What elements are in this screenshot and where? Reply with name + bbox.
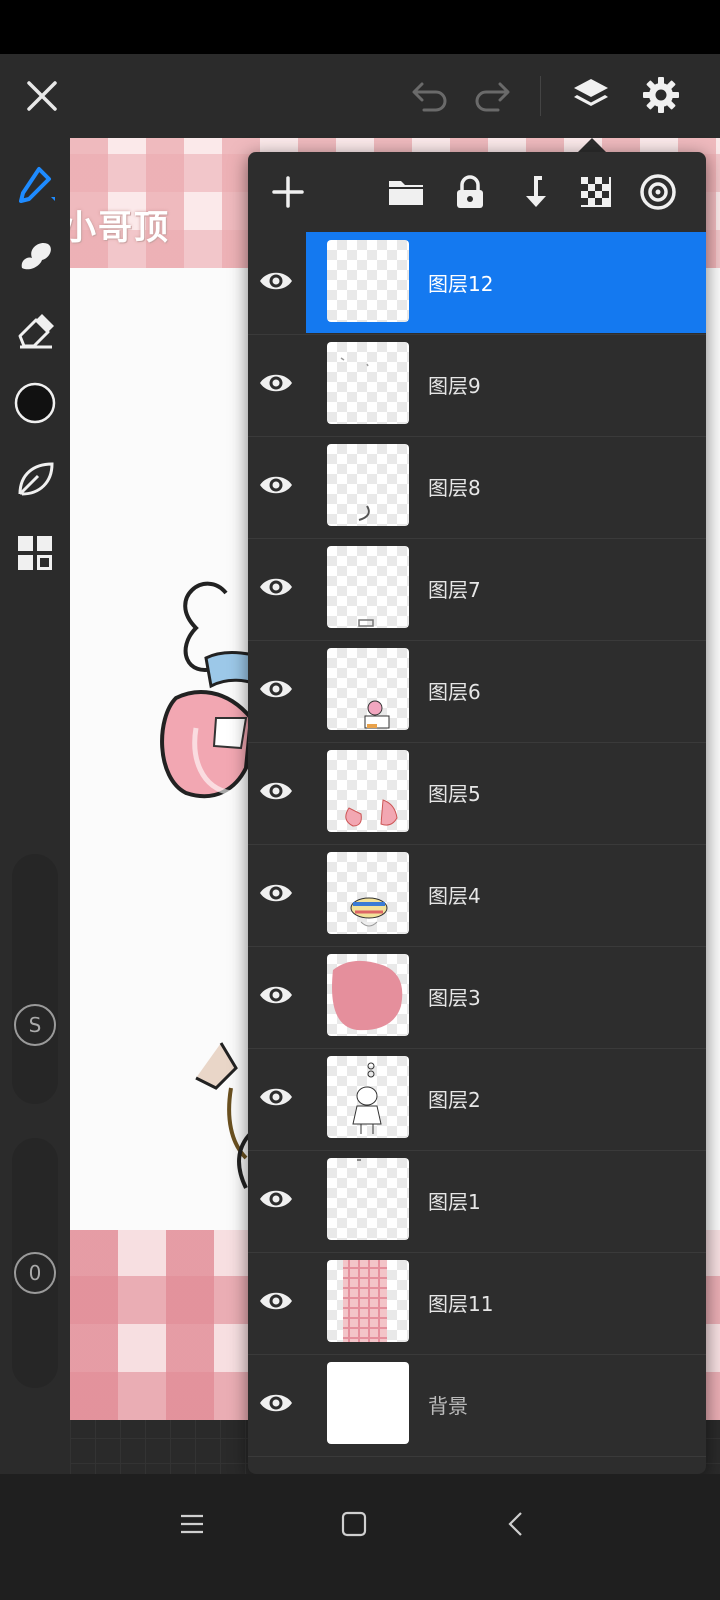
leaf-icon[interactable] [10, 454, 60, 504]
visibility-eye-icon[interactable] [258, 1082, 294, 1112]
close-icon[interactable] [20, 74, 64, 118]
redo-icon[interactable] [468, 72, 516, 120]
layer-thumbnail [327, 954, 409, 1036]
undo-icon[interactable] [406, 72, 454, 120]
layer-thumbnail [327, 1158, 409, 1240]
layer-row[interactable]: 图层5 [248, 742, 706, 845]
artwork-title-text: 小哥顶 [70, 208, 170, 248]
layer-thumbnail [327, 546, 409, 628]
transparency-icon[interactable] [574, 170, 618, 214]
top-toolbar [0, 54, 720, 138]
layer-thumbnail [327, 342, 409, 424]
layer-body[interactable]: 图层6 [306, 640, 706, 741]
brush-size-slider[interactable] [12, 854, 58, 1104]
visibility-eye-icon[interactable] [258, 776, 294, 806]
layers-icon[interactable] [566, 70, 616, 120]
layer-name: 图层12 [428, 272, 494, 296]
layer-row[interactable]: 图层4 [248, 844, 706, 947]
layer-thumbnail [327, 648, 409, 730]
layer-body[interactable]: 图层3 [306, 946, 706, 1047]
merge-down-icon[interactable] [512, 170, 556, 214]
visibility-eye-icon[interactable] [258, 878, 294, 908]
layer-thumbnail [327, 750, 409, 832]
visibility-eye-icon[interactable] [258, 572, 294, 602]
color-icon[interactable] [12, 380, 58, 426]
layer-body[interactable]: 图层1 [306, 1150, 706, 1251]
layer-body[interactable]: 图层11 [306, 1252, 706, 1353]
layer-name: 图层1 [428, 1190, 481, 1214]
menu-icon[interactable] [170, 1502, 214, 1546]
layer-body[interactable]: 图层9 [306, 334, 706, 435]
smudge-icon[interactable] [10, 230, 60, 280]
layer-row[interactable]: 图层8 [248, 436, 706, 539]
layer-row[interactable]: 图层6 [248, 640, 706, 743]
layer-row[interactable]: 图层1 [248, 1150, 706, 1253]
visibility-eye-icon[interactable] [258, 674, 294, 704]
visibility-eye-icon[interactable] [258, 368, 294, 398]
grid-icon[interactable] [10, 528, 60, 578]
visibility-eye-icon[interactable] [258, 1286, 294, 1316]
tool-sidebar: S 0 [0, 138, 70, 1502]
layer-body[interactable]: 背景 [306, 1354, 706, 1455]
layer-row[interactable]: 图层7 [248, 538, 706, 641]
layer-body[interactable]: 图层2 [306, 1048, 706, 1149]
layer-name: 图层4 [428, 884, 481, 908]
opacity-slider-knob[interactable]: 0 [14, 1252, 56, 1294]
visibility-eye-icon[interactable] [258, 1388, 294, 1418]
layer-body[interactable]: 图层7 [306, 538, 706, 639]
brush-icon[interactable] [10, 158, 60, 208]
size-slider-knob[interactable]: S [14, 1004, 56, 1046]
add-icon[interactable] [266, 170, 310, 214]
layer-row[interactable]: 图层9 [248, 334, 706, 437]
layer-row[interactable]: 图层2 [248, 1048, 706, 1151]
visibility-eye-icon[interactable] [258, 266, 294, 296]
layer-row[interactable]: 图层12 [248, 232, 706, 335]
layers-toolbar [248, 152, 706, 232]
layer-body[interactable]: 图层8 [306, 436, 706, 537]
system-nav-bar [0, 1474, 720, 1600]
layer-thumbnail [327, 852, 409, 934]
layer-name: 图层2 [428, 1088, 481, 1112]
visibility-eye-icon[interactable] [258, 980, 294, 1010]
layer-name: 图层9 [428, 374, 481, 398]
layer-name: 图层5 [428, 782, 481, 806]
layer-thumbnail [327, 1260, 409, 1342]
layer-thumbnail [327, 240, 409, 322]
radial-icon[interactable] [636, 170, 680, 214]
status-bar [0, 0, 720, 54]
layer-name: 图层6 [428, 680, 481, 704]
layer-body[interactable]: 图层5 [306, 742, 706, 843]
layers-panel: 图层12 图层9 图层8 图层7 图层6 图层5 图层4 图层3 图层2 图层1 图层11 背景 [248, 152, 706, 1474]
layer-row[interactable]: 背景 [248, 1354, 706, 1457]
layer-thumbnail [327, 444, 409, 526]
layer-row[interactable]: 图层11 [248, 1252, 706, 1355]
layer-thumbnail [327, 1056, 409, 1138]
back-icon[interactable] [494, 1502, 538, 1546]
layer-name: 背景 [428, 1394, 468, 1418]
layer-name: 图层3 [428, 986, 481, 1010]
visibility-eye-icon[interactable] [258, 1184, 294, 1214]
gear-icon[interactable] [636, 70, 686, 120]
eraser-icon[interactable] [10, 304, 60, 354]
toolbar-divider [540, 76, 541, 116]
layer-name: 图层11 [428, 1292, 494, 1316]
layer-body[interactable]: 图层12 [306, 232, 706, 333]
layer-thumbnail [327, 1362, 409, 1444]
layer-row[interactable]: 图层3 [248, 946, 706, 1049]
panel-pointer [578, 138, 606, 152]
visibility-eye-icon[interactable] [258, 470, 294, 500]
layer-name: 图层7 [428, 578, 481, 602]
layer-name: 图层8 [428, 476, 481, 500]
folder-icon[interactable] [384, 170, 428, 214]
home-icon[interactable] [332, 1502, 376, 1546]
lock-icon[interactable] [448, 170, 492, 214]
layer-body[interactable]: 图层4 [306, 844, 706, 945]
